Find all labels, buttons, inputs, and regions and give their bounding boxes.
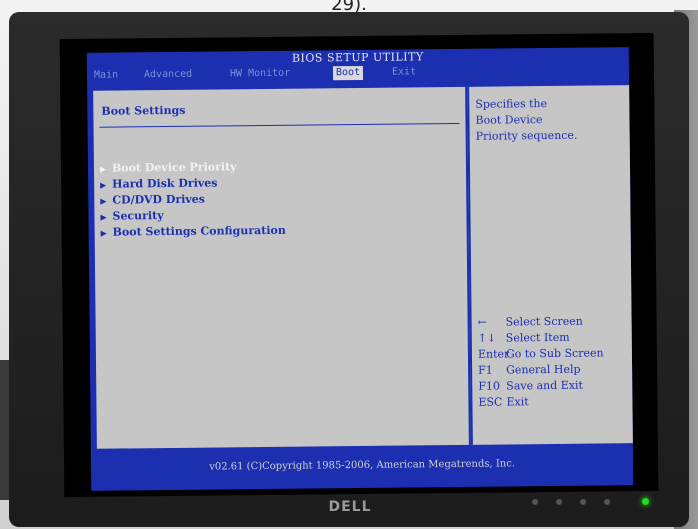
submenu-arrow-icon: ▶ bbox=[100, 227, 107, 238]
help-description: Specifies the Boot Device Priority seque… bbox=[475, 95, 625, 145]
tab-main[interactable]: Main bbox=[91, 68, 121, 82]
key-label: ↑↓ bbox=[477, 331, 497, 345]
menu-item-label: Security bbox=[112, 209, 164, 223]
tab-advanced[interactable]: Advanced bbox=[141, 68, 195, 83]
monitor-buttons bbox=[532, 497, 652, 509]
key-action: General Help bbox=[506, 362, 581, 377]
menu-item-label: CD/DVD Drives bbox=[112, 192, 206, 207]
key-row-select-item: ↑↓ Select Item bbox=[478, 329, 632, 347]
key-label: Enter bbox=[477, 347, 510, 361]
key-label: ESC bbox=[478, 395, 503, 409]
bios-window: BIOS SETUP UTILITY Main Advanced HW Moni… bbox=[86, 47, 634, 491]
monitor-select-button[interactable] bbox=[556, 499, 562, 505]
monitor-minus-button[interactable] bbox=[580, 499, 586, 505]
submenu-arrow-icon: ▶ bbox=[100, 195, 107, 206]
submenu-arrow-icon: ▶ bbox=[99, 163, 107, 174]
monitor-screen: BIOS SETUP UTILITY Main Advanced HW Moni… bbox=[59, 32, 659, 498]
panel-divider bbox=[99, 122, 460, 128]
submenu-arrow-icon: ▶ bbox=[100, 179, 107, 190]
key-row-select-screen: ← Select Screen bbox=[478, 313, 632, 331]
panel-title: Boot Settings bbox=[101, 103, 186, 118]
key-action: Select Item bbox=[505, 330, 570, 345]
menu-item-label: Boot Settings Configuration bbox=[112, 223, 286, 239]
dell-logo: DELL bbox=[328, 499, 372, 515]
key-row-sub-screen: EnterGo to Sub Screen bbox=[478, 345, 632, 363]
key-row-general-help: F1 General Help bbox=[478, 361, 632, 379]
monitor-plus-button[interactable] bbox=[604, 499, 610, 505]
key-action: Save and Exit bbox=[506, 378, 584, 393]
key-label: F1 bbox=[478, 363, 493, 377]
copyright-bar: v02.61 (C)Copyright 1985-2006, American … bbox=[209, 458, 516, 473]
key-label: F10 bbox=[478, 379, 500, 393]
key-action: Select Screen bbox=[505, 314, 583, 329]
help-line: Priority sequence. bbox=[475, 128, 578, 143]
menu-item-label: Hard Disk Drives bbox=[112, 176, 218, 191]
monitor-menu-button[interactable] bbox=[532, 499, 538, 505]
menu-item-label: Boot Device Priority bbox=[111, 160, 237, 175]
tab-boot[interactable]: Boot bbox=[332, 65, 364, 81]
key-legend: ← Select Screen ↑↓ Select Item EnterGo to … bbox=[478, 313, 633, 411]
tab-hw-monitor[interactable]: HW Monitor bbox=[227, 67, 293, 82]
boot-settings-list: ▶ Boot Device Priority ▶ Hard Disk Drives … bbox=[100, 157, 461, 241]
key-row-save-exit: F10 Save and Exit bbox=[478, 377, 632, 395]
tab-exit[interactable]: Exit bbox=[389, 65, 419, 79]
key-label: ← bbox=[477, 315, 487, 329]
help-panel: Specifies the Boot Device Priority seque… bbox=[467, 85, 633, 445]
main-panel: Boot Settings ▶ Boot Device Priority ▶ Har… bbox=[93, 86, 469, 449]
key-row-exit: ESC Exit bbox=[478, 393, 632, 411]
key-action: Go to Sub Screen bbox=[505, 346, 604, 361]
help-line: Specifies the bbox=[475, 97, 548, 111]
power-led-icon[interactable] bbox=[642, 498, 649, 505]
key-action: Exit bbox=[506, 395, 529, 409]
menu-item-boot-settings-configuration[interactable]: ▶ Boot Settings Configuration bbox=[101, 221, 461, 241]
submenu-arrow-icon: ▶ bbox=[100, 211, 107, 222]
help-line: Boot Device bbox=[475, 113, 543, 127]
